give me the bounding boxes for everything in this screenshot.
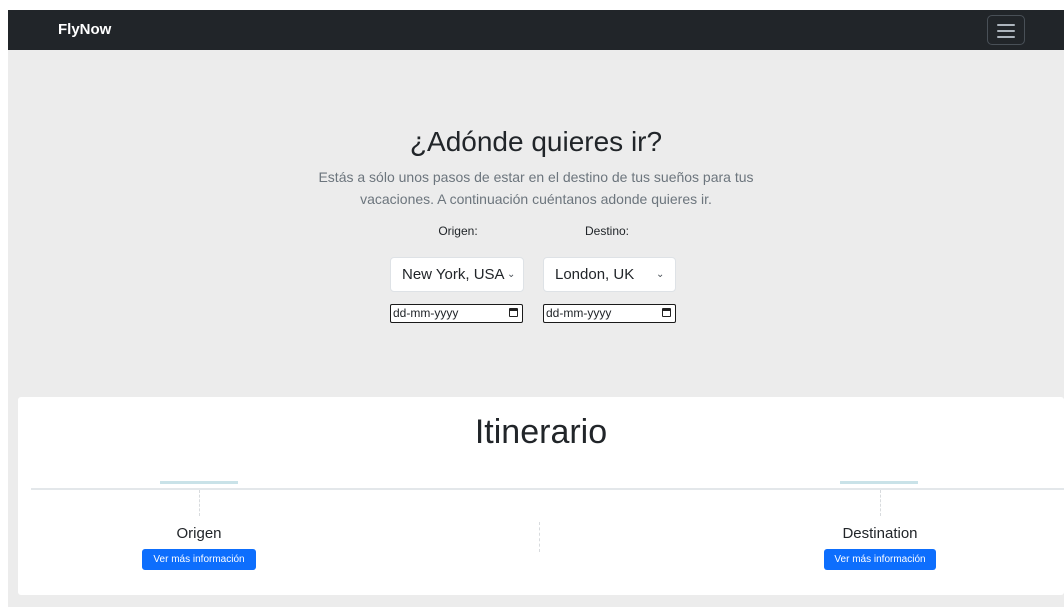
origin-select[interactable]: New York, USA ⌄ xyxy=(390,257,524,292)
navbar: FlyNow xyxy=(8,10,1064,50)
chevron-down-icon: ⌄ xyxy=(656,269,665,280)
navbar-toggler-button[interactable] xyxy=(987,15,1025,45)
itinerary-card: Itinerario Origen Destination Ver más in… xyxy=(18,397,1064,595)
itinerary-origin-label: Origen xyxy=(176,525,222,542)
destination-date-placeholder: dd-mm-yyyy xyxy=(546,306,612,320)
itinerary-title: Itinerario xyxy=(474,413,608,451)
hero-title: ¿Adónde quieres ir? xyxy=(409,126,663,157)
itinerary-destination-label: Destination xyxy=(842,525,918,542)
chevron-down-icon: ⌄ xyxy=(507,269,516,280)
destination-date-input[interactable]: dd-mm-yyyy xyxy=(543,304,676,323)
destination-select-value: London, UK xyxy=(555,266,635,283)
calendar-icon[interactable] xyxy=(662,308,671,317)
origin-label: Origen: xyxy=(438,224,478,238)
destination-accent-line xyxy=(840,481,918,484)
brand-logo[interactable]: FlyNow xyxy=(58,10,111,50)
origin-date-input[interactable]: dd-mm-yyyy xyxy=(390,304,523,323)
calendar-icon[interactable] xyxy=(509,308,518,317)
hero-description: Estás a sólo unos pasos de estar en el d… xyxy=(318,169,754,207)
destination-label: Destino: xyxy=(584,224,630,238)
destination-more-info-button[interactable]: Ver más información xyxy=(824,549,936,570)
origin-select-value: New York, USA xyxy=(402,266,505,283)
origin-connector xyxy=(199,490,200,516)
page: FlyNow ¿Adónde quieres ir? Estás a sólo … xyxy=(8,10,1064,607)
origin-date-placeholder: dd-mm-yyyy xyxy=(393,306,459,320)
destination-connector xyxy=(880,490,881,516)
middle-connector xyxy=(539,522,540,552)
destination-select[interactable]: London, UK ⌄ xyxy=(543,257,676,292)
itinerary-timeline xyxy=(31,488,1064,490)
origin-accent-line xyxy=(160,481,238,484)
origin-more-info-button[interactable]: Ver más información xyxy=(142,549,256,570)
hamburger-menu-icon xyxy=(997,24,1015,42)
